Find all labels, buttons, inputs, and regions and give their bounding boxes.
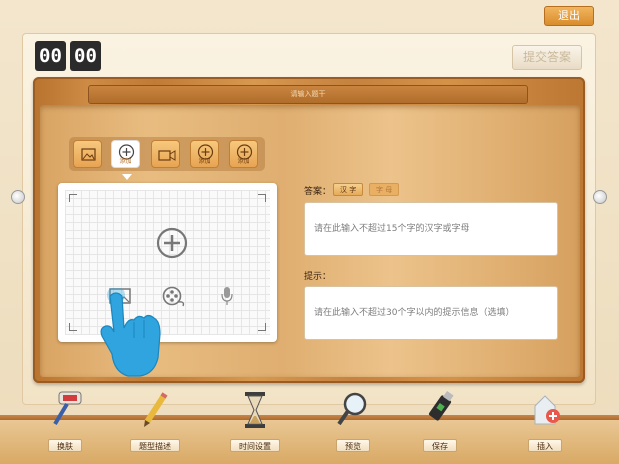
answer-input[interactable]: 请在此输入不超过15个字的汉字或字母 xyxy=(304,202,558,256)
answer-label: 答案： xyxy=(304,187,332,197)
corner-mark xyxy=(69,194,77,202)
exit-button[interactable]: 退出 xyxy=(544,6,594,26)
media-add-label-1: 添加 xyxy=(119,158,132,165)
right-knob-icon xyxy=(593,190,607,204)
media-add-label-2: 添加 xyxy=(198,158,211,165)
media-video-button[interactable] xyxy=(151,140,180,168)
tab-hanzi[interactable]: 汉 字 xyxy=(333,183,364,196)
description-tool-label: 题型描述 xyxy=(130,439,180,452)
media-add-button-3[interactable]: 添加 xyxy=(229,140,258,168)
pencil-icon xyxy=(144,392,168,427)
time-setting-tool-button[interactable]: 时间设置 xyxy=(225,390,285,453)
save-tool-label: 保存 xyxy=(423,439,457,452)
hint-label: 提示： xyxy=(304,272,332,282)
usb-drive-icon xyxy=(428,390,454,421)
media-image-button[interactable] xyxy=(73,140,102,168)
save-tool-button[interactable]: 保存 xyxy=(410,390,470,453)
skin-tool-label: 换肤 xyxy=(48,439,82,452)
corner-mark xyxy=(258,194,266,202)
selection-caret xyxy=(122,174,132,180)
pointing-hand-icon xyxy=(100,288,161,377)
preview-tool-label: 预览 xyxy=(336,439,370,452)
media-add-button-2[interactable]: 添加 xyxy=(190,140,219,168)
insert-icon xyxy=(534,395,560,425)
skin-tool-button[interactable]: 换肤 xyxy=(35,390,95,453)
hint-input[interactable]: 请在此输入不超过30个字以内的提示信息（选填） xyxy=(304,286,558,340)
tab-letters[interactable]: 字 母 xyxy=(369,183,400,196)
timer-seconds: 00 xyxy=(70,41,101,71)
left-knob-icon xyxy=(11,190,25,204)
corner-mark xyxy=(69,323,77,331)
insert-tool-button[interactable]: 插入 xyxy=(515,390,575,453)
description-tool-button[interactable]: 题型描述 xyxy=(125,390,185,453)
question-stem-input[interactable]: 请输入题干 xyxy=(88,85,528,104)
preview-tool-button[interactable]: 预览 xyxy=(323,390,383,453)
corner-mark xyxy=(258,323,266,331)
hourglass-icon xyxy=(245,392,265,428)
time-setting-tool-label: 时间设置 xyxy=(230,439,280,452)
media-add-button-1[interactable]: 添加 xyxy=(111,140,140,168)
microphone-icon[interactable] xyxy=(220,285,234,307)
paint-roller-icon xyxy=(53,391,82,426)
submit-answer-button[interactable]: 提交答案 xyxy=(512,45,582,70)
image-icon xyxy=(81,148,96,161)
timer: 00 00 xyxy=(35,41,101,71)
video-icon xyxy=(158,150,176,161)
plus-circle-icon[interactable] xyxy=(155,226,189,260)
media-add-label-3: 添加 xyxy=(237,158,250,165)
timer-minutes: 00 xyxy=(35,41,66,71)
magnifier-icon xyxy=(337,392,367,426)
insert-tool-label: 插入 xyxy=(528,439,562,452)
